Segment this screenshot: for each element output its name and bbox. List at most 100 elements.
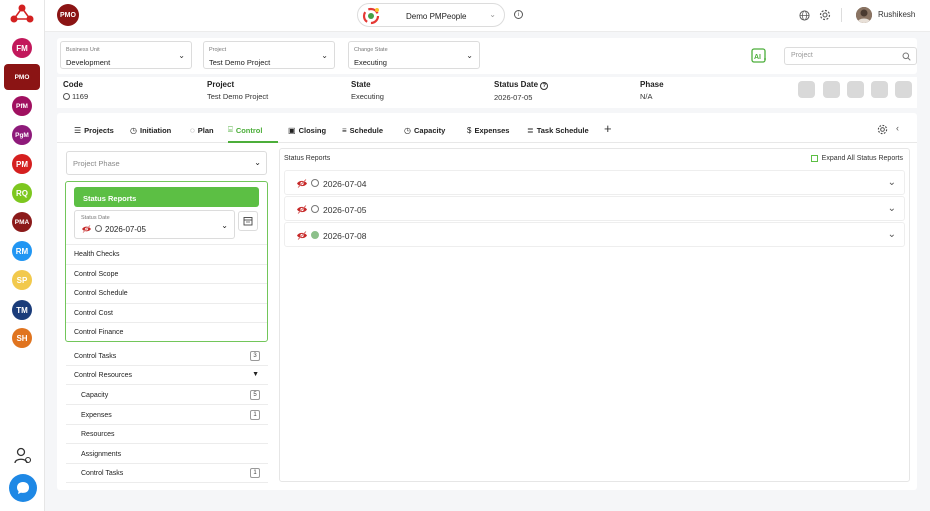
- list-item-label: Resources: [81, 431, 115, 438]
- tab-initiation[interactable]: ◷ Initiation: [130, 122, 171, 138]
- rail-item-rq[interactable]: RQ: [12, 183, 32, 203]
- status-report-row[interactable]: 2026-07-05 ⌄: [284, 196, 905, 221]
- list-item-label: Control Tasks: [74, 353, 117, 360]
- chevron-down-icon: ⌄: [466, 51, 473, 60]
- info-label: Status Date ?: [494, 80, 549, 90]
- info-value: Test Demo Project: [207, 92, 269, 101]
- sr-item-control-schedule[interactable]: Control Schedule: [66, 283, 267, 302]
- expand-all-toggle[interactable]: Expand All Status Reports: [810, 155, 903, 162]
- hidden-eye-icon[interactable]: [296, 205, 308, 214]
- caret-down-icon[interactable]: ▼: [252, 371, 259, 378]
- project-phase-select[interactable]: Project Phase ⌄: [66, 151, 267, 175]
- project-search-input[interactable]: Project: [784, 47, 917, 65]
- select-value: Development: [66, 58, 111, 67]
- status-report-row[interactable]: 2026-07-04 ⌄: [284, 170, 905, 195]
- chevron-down-icon: ⌄: [489, 10, 496, 19]
- report-date: 2026-07-08: [323, 231, 367, 241]
- rail-item-sh[interactable]: SH: [12, 328, 32, 348]
- panel-title: Status Reports: [284, 155, 331, 162]
- rail-item-rm[interactable]: RM: [12, 241, 32, 261]
- sub-item-assignments[interactable]: Assignments: [66, 445, 268, 464]
- chevron-left-icon[interactable]: ‹: [896, 123, 899, 133]
- rail-item-pfm[interactable]: PfM: [12, 96, 32, 116]
- gear-icon[interactable]: [819, 9, 831, 21]
- info-phase: Phase N/A: [640, 80, 664, 101]
- folder-icon[interactable]: [823, 81, 840, 98]
- tab-capacity[interactable]: ◷ Capacity: [404, 122, 445, 138]
- list-icon[interactable]: [847, 81, 864, 98]
- sr-item-control-cost[interactable]: Control Cost: [66, 302, 267, 322]
- tab-task-schedule[interactable]: ≣ Task Schedule: [527, 122, 589, 138]
- change-state-select[interactable]: Change State Executing ⌄: [348, 41, 480, 69]
- hidden-eye-icon[interactable]: [296, 179, 308, 188]
- control-resources-item[interactable]: Control Resources ▼: [66, 366, 268, 385]
- search-icon[interactable]: [902, 52, 911, 61]
- add-tab-button[interactable]: +: [604, 121, 612, 136]
- calendar-button[interactable]: [238, 211, 258, 231]
- product-name: Demo PMPeople: [406, 12, 467, 21]
- status-report-row[interactable]: 2026-07-08 ⌄: [284, 222, 905, 247]
- user-name[interactable]: Rushikesh: [878, 10, 915, 19]
- sr-item-control-scope[interactable]: Control Scope: [66, 263, 267, 283]
- rail-item-pgm[interactable]: PgM: [12, 125, 32, 145]
- business-unit-select[interactable]: Business Unit Development ⌄: [60, 41, 192, 69]
- task-icon: ≣: [527, 125, 534, 135]
- chevron-down-icon: ⌄: [178, 51, 185, 60]
- comment-icon[interactable]: [798, 81, 815, 98]
- chevron-down-icon[interactable]: ⌄: [888, 203, 896, 214]
- status-reports-button[interactable]: Status Reports: [74, 187, 259, 207]
- tab-projects[interactable]: ☰ Projects: [74, 122, 114, 138]
- rail-item-sp[interactable]: SP: [12, 270, 32, 290]
- globe-icon[interactable]: [799, 10, 810, 21]
- code-value: 1169: [72, 92, 89, 101]
- tab-closing[interactable]: ▣ Closing: [288, 122, 326, 138]
- status-date-select[interactable]: Status Date 2026-07-05 ⌄: [74, 210, 235, 239]
- expand-all-label: Expand All Status Reports: [821, 155, 903, 162]
- tab-plan[interactable]: ◌ Plan: [190, 122, 214, 138]
- product-selector[interactable]: Demo PMPeople ⌄: [357, 3, 505, 27]
- app-logo-icon[interactable]: [10, 4, 34, 24]
- help-icon[interactable]: ?: [540, 82, 549, 90]
- rail-item-pmo[interactable]: PMO: [12, 67, 32, 87]
- clock-icon: ◷: [130, 125, 137, 135]
- closing-icon: ▣: [288, 125, 296, 135]
- control-tasks-item[interactable]: Control Tasks 3: [66, 347, 268, 366]
- ai-assistant-icon[interactable]: AI: [751, 48, 767, 64]
- app-rail: FM PMO PfM PgM PM RQ PMA RM SP TM SH: [0, 0, 45, 511]
- chevron-down-icon[interactable]: ⌄: [888, 229, 896, 240]
- select-label: Change State: [354, 47, 388, 53]
- tab-label: Closing: [298, 125, 327, 135]
- sr-item-health-checks[interactable]: Health Checks: [66, 244, 267, 263]
- info-project: Project Test Demo Project: [207, 80, 268, 101]
- sub-item-expenses[interactable]: Expenses 1: [66, 406, 268, 425]
- user-settings-icon[interactable]: [14, 447, 32, 465]
- chat-button[interactable]: [9, 474, 37, 502]
- inbox-icon[interactable]: [895, 81, 912, 98]
- count-badge: 1: [250, 468, 260, 478]
- tab-expenses[interactable]: $ Expenses: [467, 122, 509, 138]
- rail-item-fm[interactable]: FM: [12, 38, 32, 58]
- info-icon[interactable]: i: [514, 10, 523, 19]
- module-badge[interactable]: PMO: [57, 4, 79, 26]
- count-badge: 3: [250, 351, 260, 361]
- tab-schedule[interactable]: ≡ Schedule: [342, 122, 383, 138]
- sr-item-control-finance[interactable]: Control Finance: [66, 322, 267, 341]
- sub-item-capacity[interactable]: Capacity 5: [66, 386, 268, 405]
- tab-label: Task Schedule: [536, 125, 589, 135]
- hidden-eye-icon[interactable]: [296, 231, 308, 240]
- settings-gear-icon[interactable]: [877, 124, 888, 135]
- chevron-down-icon[interactable]: ⌄: [888, 177, 896, 188]
- rail-item-pm[interactable]: PM: [12, 154, 32, 174]
- sub-item-control-tasks[interactable]: Control Tasks 1: [66, 464, 268, 483]
- rail-item-pma[interactable]: PMA: [12, 212, 32, 232]
- chat-icon: [17, 482, 29, 494]
- control-icon: ⌸: [228, 125, 233, 134]
- project-select[interactable]: Project Test Demo Project ⌄: [203, 41, 335, 69]
- document-icon[interactable]: [871, 81, 888, 98]
- sub-item-resources[interactable]: Resources: [66, 425, 268, 444]
- active-tab-indicator: [228, 141, 278, 143]
- tab-control[interactable]: ⌸ Control: [228, 122, 262, 138]
- user-avatar[interactable]: [856, 7, 872, 23]
- rail-item-tm[interactable]: TM: [12, 300, 32, 320]
- expand-all-checkbox[interactable]: [810, 155, 818, 162]
